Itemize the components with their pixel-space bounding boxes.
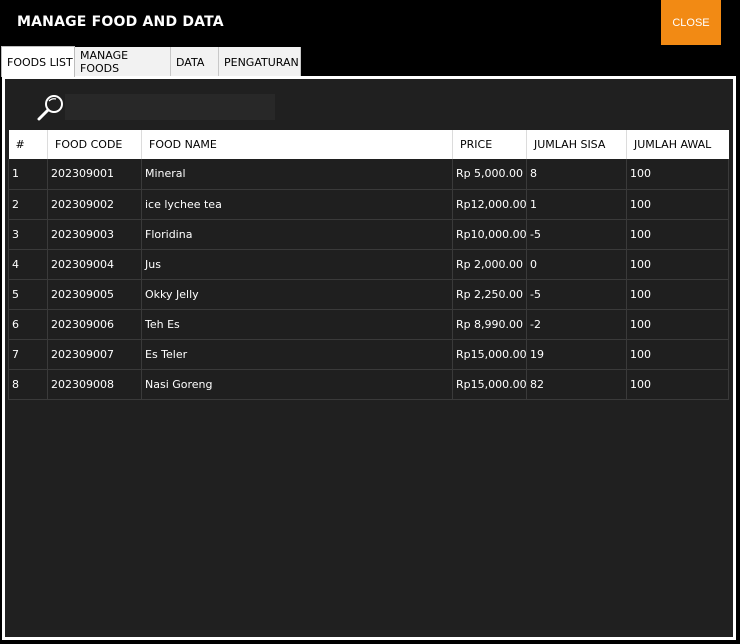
row-number: 4 <box>8 249 48 280</box>
food-name-cell: Nasi Goreng <box>141 369 453 400</box>
row-number: 3 <box>8 219 48 250</box>
currency-label: Rp <box>456 347 471 361</box>
jumlah-sisa-cell: -5 <box>526 279 627 310</box>
jumlah-sisa-cell: 0 <box>526 249 627 280</box>
table-row[interactable]: 5 202309005 Okky Jelly Rp 2,250.00 -5 100 <box>8 279 729 310</box>
close-button[interactable]: CLOSE <box>661 0 721 45</box>
table-row[interactable]: 3 202309003 Floridina Rp 10,000.00 -5 100 <box>8 219 729 250</box>
price-cell: Rp 5,000.00 <box>452 159 527 190</box>
jumlah-sisa-cell: 82 <box>526 369 627 400</box>
column-header-jumlah-sisa[interactable]: JUMLAH SISA <box>526 130 627 159</box>
column-header-price[interactable]: PRICE <box>452 130 527 159</box>
table-body: 1 202309001 Mineral Rp 5,000.00 8 100 2 20230900… <box>8 159 729 400</box>
column-header-food-name[interactable]: FOOD NAME <box>141 130 453 159</box>
currency-label: Rp <box>456 227 471 241</box>
currency-label: Rp <box>456 377 471 391</box>
row-number: 6 <box>8 309 48 340</box>
foods-list-panel: # FOOD CODE FOOD NAME PRICE JUMLAH SISA … <box>2 76 736 640</box>
jumlah-sisa-cell: -2 <box>526 309 627 340</box>
food-name-cell: Jus <box>141 249 453 280</box>
jumlah-awal-cell: 100 <box>626 339 729 370</box>
currency-label: Rp <box>456 167 471 181</box>
jumlah-awal-cell: 100 <box>626 279 729 310</box>
food-code-cell: 202309006 <box>47 309 142 340</box>
price-cell: Rp 2,000.00 <box>452 249 527 280</box>
table-row[interactable]: 4 202309004 Jus Rp 2,000.00 0 100 <box>8 249 729 280</box>
table-row[interactable]: 7 202309007 Es Teler Rp 15,000.00 19 100 <box>8 339 729 370</box>
table-header-row: # FOOD CODE FOOD NAME PRICE JUMLAH SISA … <box>8 130 729 159</box>
food-name-cell: Teh Es <box>141 309 453 340</box>
tab-manage-foods[interactable]: MANAGE FOODS <box>75 47 171 77</box>
price-amount: 15,000.00 <box>470 377 527 391</box>
jumlah-awal-cell: 100 <box>626 189 729 220</box>
jumlah-awal-cell: 100 <box>626 369 729 400</box>
row-number: 7 <box>8 339 48 370</box>
foods-table: # FOOD CODE FOOD NAME PRICE JUMLAH SISA … <box>8 130 729 400</box>
price-amount: 5,000.00 <box>474 167 523 181</box>
jumlah-awal-cell: 100 <box>626 249 729 280</box>
food-name-cell: ice lychee tea <box>141 189 453 220</box>
food-code-cell: 202309007 <box>47 339 142 370</box>
food-name-cell: Mineral <box>141 159 453 190</box>
jumlah-sisa-cell: 1 <box>526 189 627 220</box>
table-row[interactable]: 1 202309001 Mineral Rp 5,000.00 8 100 <box>8 159 729 190</box>
food-name-cell: Okky Jelly <box>141 279 453 310</box>
jumlah-awal-cell: 100 <box>626 219 729 250</box>
search-icon[interactable] <box>33 93 67 123</box>
food-code-cell: 202309008 <box>47 369 142 400</box>
food-code-cell: 202309001 <box>47 159 142 190</box>
foods-list-content: # FOOD CODE FOOD NAME PRICE JUMLAH SISA … <box>5 79 733 637</box>
jumlah-awal-cell: 100 <box>626 159 729 190</box>
currency-label: Rp <box>456 317 471 331</box>
jumlah-sisa-cell: 8 <box>526 159 627 190</box>
currency-label: Rp <box>456 287 471 301</box>
tab-data[interactable]: DATA <box>171 47 219 77</box>
tab-foods-list[interactable]: FOODS LIST <box>1 46 75 77</box>
price-amount: 10,000.00 <box>470 227 527 241</box>
window-title: MANAGE FOOD AND DATA <box>17 14 224 30</box>
jumlah-sisa-cell: -5 <box>526 219 627 250</box>
food-code-cell: 202309004 <box>47 249 142 280</box>
price-amount: 12,000.00 <box>470 197 527 211</box>
price-amount: 2,000.00 <box>474 257 523 271</box>
jumlah-sisa-cell: 19 <box>526 339 627 370</box>
price-cell: Rp 10,000.00 <box>452 219 527 250</box>
row-number: 8 <box>8 369 48 400</box>
price-cell: Rp 15,000.00 <box>452 369 527 400</box>
price-cell: Rp 2,250.00 <box>452 279 527 310</box>
food-name-cell: Es Teler <box>141 339 453 370</box>
search-input[interactable] <box>65 94 275 120</box>
table-row[interactable]: 2 202309002 ice lychee tea Rp 12,000.00 1 100 <box>8 189 729 220</box>
jumlah-awal-cell: 100 <box>626 309 729 340</box>
price-amount: 15,000.00 <box>470 347 527 361</box>
currency-label: Rp <box>456 257 471 271</box>
tab-pengaturan[interactable]: PENGATURAN <box>219 47 301 77</box>
price-cell: Rp 15,000.00 <box>452 339 527 370</box>
column-header-food-code[interactable]: FOOD CODE <box>47 130 142 159</box>
table-row[interactable]: 6 202309006 Teh Es Rp 8,990.00 -2 100 <box>8 309 729 340</box>
row-number: 5 <box>8 279 48 310</box>
currency-label: Rp <box>456 197 471 211</box>
row-number: 1 <box>8 159 48 190</box>
price-cell: Rp 8,990.00 <box>452 309 527 340</box>
row-number: 2 <box>8 189 48 220</box>
food-code-cell: 202309005 <box>47 279 142 310</box>
food-name-cell: Floridina <box>141 219 453 250</box>
price-amount: 2,250.00 <box>474 287 523 301</box>
price-amount: 8,990.00 <box>474 317 523 331</box>
manage-food-window: MANAGE FOOD AND DATA CLOSE FOODS LIST MA… <box>0 0 740 644</box>
table-row[interactable]: 8 202309008 Nasi Goreng Rp 15,000.00 82 100 <box>8 369 729 400</box>
column-header-jumlah-awal[interactable]: JUMLAH AWAL <box>626 130 729 159</box>
price-cell: Rp 12,000.00 <box>452 189 527 220</box>
column-header-number[interactable]: # <box>8 130 48 159</box>
food-code-cell: 202309002 <box>47 189 142 220</box>
food-code-cell: 202309003 <box>47 219 142 250</box>
